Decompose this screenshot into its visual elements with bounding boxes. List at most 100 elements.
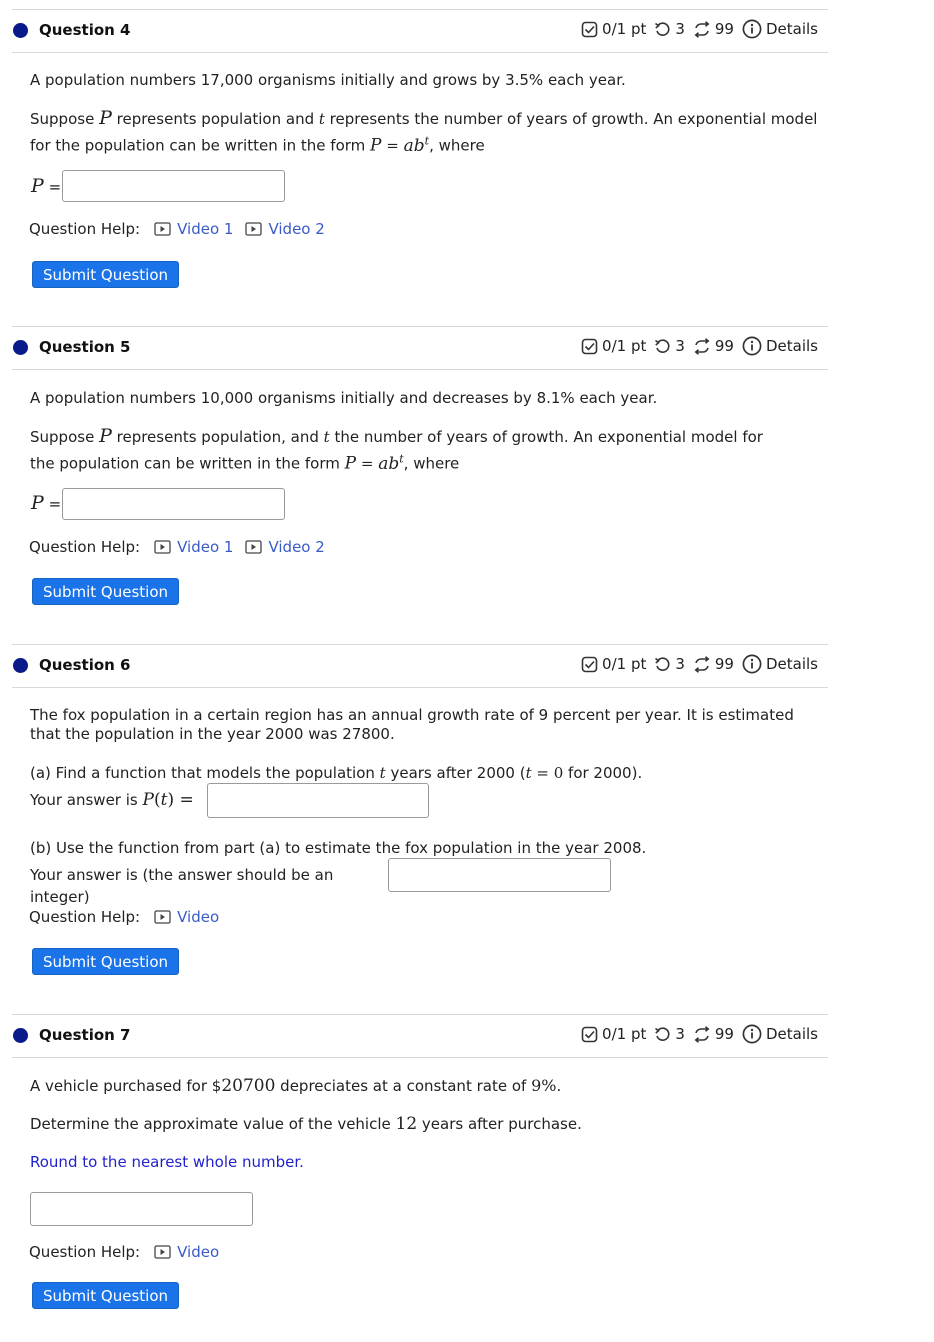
video-2-link[interactable]: Video 2 xyxy=(245,220,325,238)
play-icon xyxy=(154,222,171,236)
retries-indicator: 3 xyxy=(654,20,685,38)
attempts-text: 99 xyxy=(714,337,734,355)
retries-text: 3 xyxy=(675,1025,685,1043)
attempts-text: 99 xyxy=(714,1025,734,1043)
play-icon xyxy=(154,1245,171,1259)
retries-indicator: 3 xyxy=(654,655,685,673)
check-box-icon xyxy=(581,1026,598,1042)
attempts-indicator: 99 xyxy=(693,20,734,38)
status-dot-icon xyxy=(13,340,28,355)
info-icon xyxy=(742,336,762,356)
attempts-icon xyxy=(694,1025,710,1043)
question-header: Question 4 0/1 pt 3 99 Details xyxy=(12,9,828,53)
rounding-instruction: Round to the nearest whole number. xyxy=(30,1153,304,1171)
video-1-link[interactable]: Video 1 xyxy=(154,220,233,238)
help-label: Question Help: xyxy=(29,908,141,926)
play-icon xyxy=(154,910,171,924)
details-button[interactable]: Details xyxy=(742,1024,818,1044)
question-help: Question Help: Video xyxy=(29,908,231,926)
details-button[interactable]: Details xyxy=(742,654,818,674)
question-header: Question 5 0/1 pt 3 99 Details xyxy=(12,326,828,370)
question-text: A population numbers 17,000 organisms in… xyxy=(30,71,626,89)
score-indicator: 0/1 pt xyxy=(581,655,646,673)
question-meta: 0/1 pt 3 99 Details xyxy=(573,336,818,356)
video-2-link[interactable]: Video 2 xyxy=(245,538,325,556)
question-title: Question 4 xyxy=(39,21,131,39)
check-box-icon xyxy=(581,21,598,37)
answer-input[interactable] xyxy=(62,170,285,202)
help-label: Question Help: xyxy=(29,1243,141,1261)
part-b-answer-label: Your answer is (the answer should be an … xyxy=(30,866,334,906)
retries-indicator: 3 xyxy=(654,337,685,355)
question-meta: 0/1 pt 3 99 Details xyxy=(573,19,818,39)
score-text: 0/1 pt xyxy=(602,655,647,673)
answer-label: P = xyxy=(31,175,62,197)
check-box-icon xyxy=(581,656,598,672)
info-icon xyxy=(742,654,762,674)
help-label: Question Help: xyxy=(29,538,141,556)
attempts-icon xyxy=(694,20,710,38)
retries-text: 3 xyxy=(675,337,685,355)
question-text: A population numbers 10,000 organisms in… xyxy=(30,389,658,407)
question-header: Question 6 0/1 pt 3 99 Details xyxy=(12,644,828,688)
part-b-text: (b) Use the function from part (a) to es… xyxy=(30,839,647,857)
status-dot-icon xyxy=(13,1028,28,1043)
part-a-text: (a) Find a function that models the popu… xyxy=(30,764,643,782)
question-header: Question 7 0/1 pt 3 99 Details xyxy=(12,1014,828,1058)
attempts-indicator: 99 xyxy=(693,337,734,355)
submit-button[interactable]: Submit Question xyxy=(32,1282,179,1309)
retries-text: 3 xyxy=(675,655,685,673)
status-dot-icon xyxy=(13,658,28,673)
play-icon xyxy=(245,540,263,554)
submit-button[interactable]: Submit Question xyxy=(32,948,179,975)
score-text: 0/1 pt xyxy=(602,20,647,38)
score-indicator: 0/1 pt xyxy=(581,20,646,38)
details-button[interactable]: Details xyxy=(742,336,818,356)
attempts-indicator: 99 xyxy=(693,1025,734,1043)
attempts-text: 99 xyxy=(714,655,734,673)
details-label: Details xyxy=(765,337,818,355)
help-label: Question Help: xyxy=(29,220,141,238)
question-title: Question 6 xyxy=(39,656,131,674)
question-help: Question Help: Video xyxy=(29,1243,231,1261)
retry-icon xyxy=(655,1026,670,1041)
question-text-model: Suppose P represents population, and t t… xyxy=(30,425,763,474)
attempts-text: 99 xyxy=(714,20,734,38)
score-text: 0/1 pt xyxy=(602,1025,647,1043)
info-icon xyxy=(742,1024,762,1044)
part-b-input[interactable] xyxy=(388,858,611,892)
video-link[interactable]: Video xyxy=(154,1243,219,1261)
question-meta: 0/1 pt 3 99 Details xyxy=(573,654,818,674)
question-help: Question Help: Video 1 Video 2 xyxy=(29,220,337,238)
attempts-icon xyxy=(694,655,710,673)
details-label: Details xyxy=(765,20,818,38)
submit-button[interactable]: Submit Question xyxy=(32,261,179,288)
answer-input[interactable] xyxy=(30,1192,253,1226)
details-label: Details xyxy=(765,655,818,673)
retry-icon xyxy=(655,656,670,671)
question-text: A vehicle purchased for $20700 depreciat… xyxy=(30,1076,562,1096)
video-1-link[interactable]: Video 1 xyxy=(154,538,233,556)
question-help: Question Help: Video 1 Video 2 xyxy=(29,538,337,556)
question-text-2: Determine the approximate value of the v… xyxy=(30,1114,582,1134)
answer-input[interactable] xyxy=(62,488,285,520)
submit-button[interactable]: Submit Question xyxy=(32,578,179,605)
play-icon xyxy=(154,540,171,554)
attempts-indicator: 99 xyxy=(693,655,734,673)
answer-label: P = xyxy=(31,492,62,514)
details-label: Details xyxy=(765,1025,818,1043)
part-a-input[interactable] xyxy=(207,783,429,818)
status-dot-icon xyxy=(13,23,28,38)
video-link[interactable]: Video xyxy=(154,908,219,926)
play-icon xyxy=(245,222,263,236)
score-text: 0/1 pt xyxy=(602,337,647,355)
question-title: Question 5 xyxy=(39,338,131,356)
details-button[interactable]: Details xyxy=(742,19,818,39)
retries-indicator: 3 xyxy=(654,1025,685,1043)
part-a-answer-label: Your answer is P(t) = xyxy=(30,790,194,810)
question-text: The fox population in a certain region h… xyxy=(30,706,794,743)
check-box-icon xyxy=(581,338,598,354)
attempts-icon xyxy=(694,337,710,355)
question-meta: 0/1 pt 3 99 Details xyxy=(573,1024,818,1044)
score-indicator: 0/1 pt xyxy=(581,1025,646,1043)
